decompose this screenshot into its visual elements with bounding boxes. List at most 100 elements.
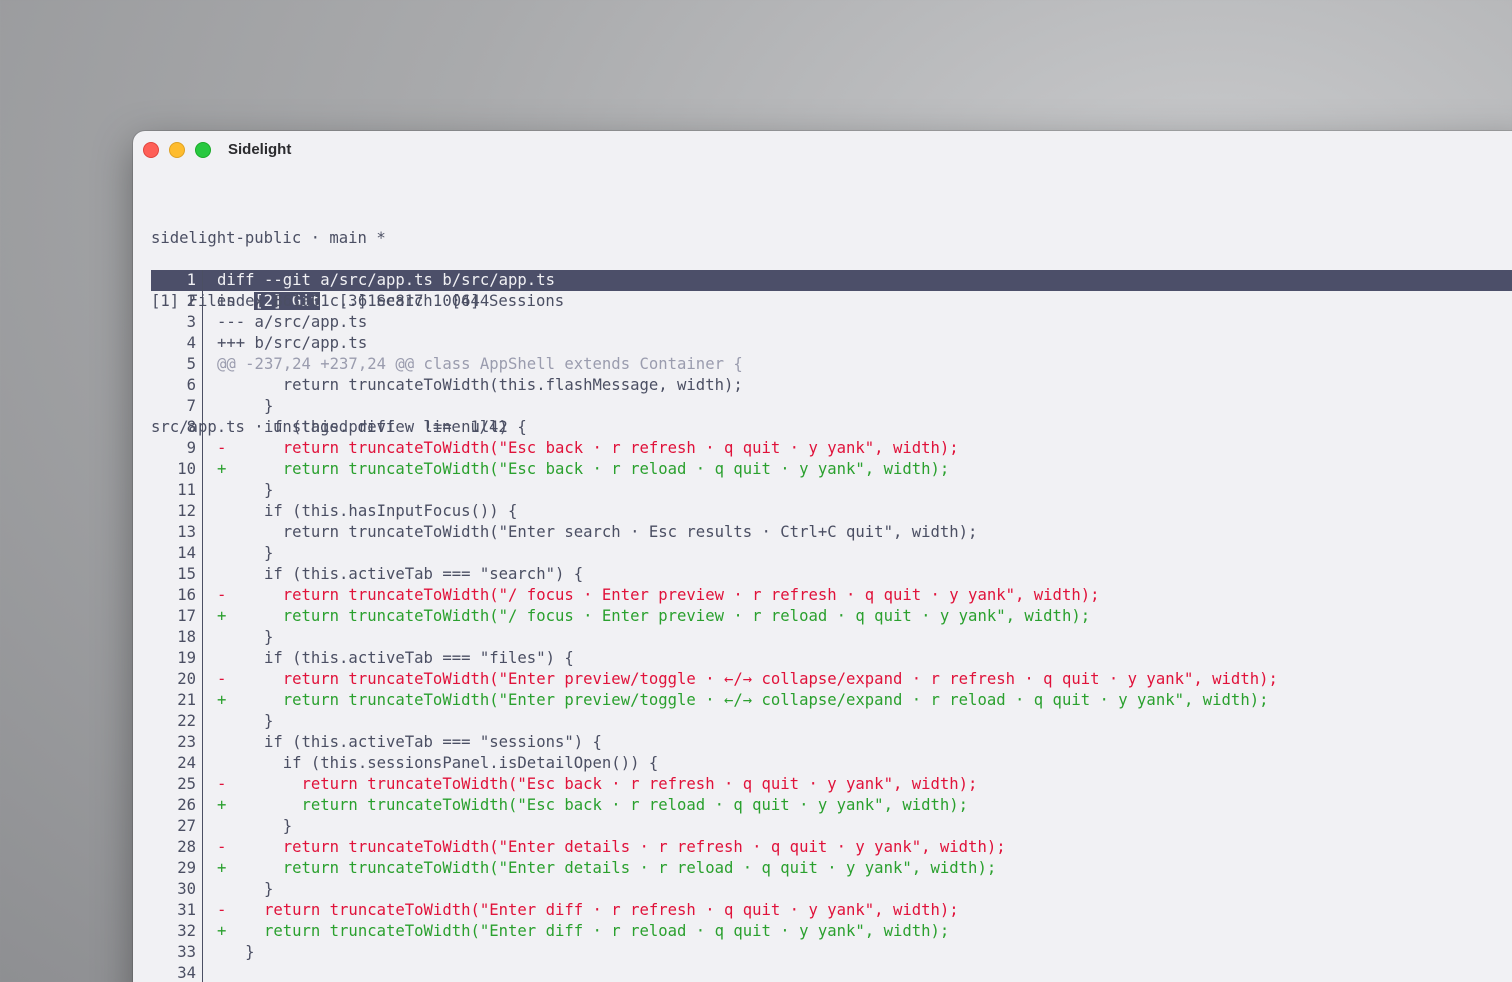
diff-line[interactable]: 30 } bbox=[151, 879, 1512, 900]
diff-line[interactable]: 25 - return truncateToWidth("Esc back · r… bbox=[151, 774, 1512, 795]
diff-line-text: @@ -237,24 +237,24 @@ class AppShell ext… bbox=[217, 355, 743, 373]
diff-line-text: + return truncateToWidth("Enter preview/… bbox=[217, 691, 1269, 709]
diff-line[interactable]: 18 } bbox=[151, 627, 1512, 648]
line-number: 1 bbox=[186, 271, 196, 289]
diff-line[interactable]: 15 if (this.activeTab === "search") { bbox=[151, 564, 1512, 585]
diff-line-text: + return truncateToWidth("/ focus · Ente… bbox=[217, 607, 1091, 625]
line-number: 3 bbox=[186, 313, 196, 331]
line-number: 24 bbox=[177, 754, 196, 772]
diff-line-text: } bbox=[217, 817, 293, 835]
line-number: 15 bbox=[177, 565, 196, 583]
diff-line-text: - return truncateToWidth("Esc back · r r… bbox=[217, 775, 978, 793]
diff-line[interactable]: 19 if (this.activeTab === "files") { bbox=[151, 648, 1512, 669]
diff-line[interactable]: 21 + return truncateToWidth("Enter previe… bbox=[151, 690, 1512, 711]
diff-line[interactable]: 5 @@ -237,24 +237,24 @@ class AppShell ex… bbox=[151, 354, 1512, 375]
diff-line[interactable]: 28 - return truncateToWidth("Enter detail… bbox=[151, 837, 1512, 858]
zoom-window-button[interactable] bbox=[195, 142, 211, 158]
line-number: 16 bbox=[177, 586, 196, 604]
diff-line[interactable]: 3 --- a/src/app.ts bbox=[151, 312, 1512, 333]
line-number: 9 bbox=[186, 439, 196, 457]
diff-line[interactable]: 16 - return truncateToWidth("/ focus · En… bbox=[151, 585, 1512, 606]
line-number: 13 bbox=[177, 523, 196, 541]
line-number: 19 bbox=[177, 649, 196, 667]
diff-line-text bbox=[203, 963, 1512, 982]
line-number: 21 bbox=[177, 691, 196, 709]
diff-line-text: --- a/src/app.ts bbox=[217, 313, 368, 331]
diff-line[interactable]: 12 if (this.hasInputFocus()) { bbox=[151, 501, 1512, 522]
diff-line-text: } bbox=[217, 712, 274, 730]
diff-line-text: if (this.hasInputFocus()) { bbox=[217, 502, 518, 520]
line-number: 7 bbox=[186, 397, 196, 415]
diff-line-text: - return truncateToWidth("Enter details … bbox=[217, 838, 1006, 856]
diff-line-text: - return truncateToWidth("Esc back · r r… bbox=[217, 439, 959, 457]
diff-view[interactable]: 1 diff --git a/src/app.ts b/src/app.ts 2 in… bbox=[151, 270, 1512, 982]
diff-line[interactable]: 23 if (this.activeTab === "sessions") { bbox=[151, 732, 1512, 753]
diff-line[interactable]: 4 +++ b/src/app.ts bbox=[151, 333, 1512, 354]
diff-line-text: if (this.preview !== null) { bbox=[217, 418, 527, 436]
diff-line[interactable]: 22 } bbox=[151, 711, 1512, 732]
diff-line-text: } bbox=[217, 481, 274, 499]
line-number: 31 bbox=[177, 901, 196, 919]
diff-line[interactable]: 10 + return truncateToWidth("Esc back · r… bbox=[151, 459, 1512, 480]
diff-line-text: + return truncateToWidth("Enter diff · r… bbox=[217, 922, 950, 940]
diff-line[interactable]: 27 } bbox=[151, 816, 1512, 837]
line-number: 30 bbox=[177, 880, 196, 898]
diff-line[interactable]: 26 + return truncateToWidth("Esc back · r… bbox=[151, 795, 1512, 816]
diff-line-text: - return truncateToWidth("Enter preview/… bbox=[217, 670, 1278, 688]
line-number: 10 bbox=[177, 460, 196, 478]
title-bar: Sidelight bbox=[133, 131, 1512, 169]
diff-line-text: +++ b/src/app.ts bbox=[217, 334, 368, 352]
line-number: 29 bbox=[177, 859, 196, 877]
diff-line-text: - return truncateToWidth("Enter diff · r… bbox=[217, 901, 959, 919]
diff-line[interactable]: 6 return truncateToWidth(this.flashMessa… bbox=[151, 375, 1512, 396]
diff-line[interactable]: 20 - return truncateToWidth("Enter previe… bbox=[151, 669, 1512, 690]
diff-line-text: + return truncateToWidth("Enter details … bbox=[217, 859, 997, 877]
diff-line[interactable]: 2 index 861a01c..61ec817 100644 bbox=[151, 291, 1512, 312]
line-number: 4 bbox=[186, 334, 196, 352]
window-title: Sidelight bbox=[228, 141, 292, 158]
line-number: 28 bbox=[177, 838, 196, 856]
line-number: 25 bbox=[177, 775, 196, 793]
diff-line[interactable]: 24 if (this.sessionsPanel.isDetailOpen()… bbox=[151, 753, 1512, 774]
diff-line-text: + return truncateToWidth("Esc back · r r… bbox=[217, 796, 969, 814]
diff-line-text: } bbox=[217, 628, 274, 646]
line-number: 2 bbox=[186, 292, 196, 310]
diff-line-text: if (this.activeTab === "sessions") { bbox=[217, 733, 602, 751]
diff-line-text: index 861a01c..61ec817 100644 bbox=[217, 292, 490, 310]
line-number: 33 bbox=[177, 943, 196, 961]
diff-line-text: if (this.activeTab === "search") { bbox=[217, 565, 584, 583]
diff-line[interactable]: 13 return truncateToWidth("Enter search … bbox=[151, 522, 1512, 543]
diff-line[interactable]: 9 - return truncateToWidth("Esc back · r … bbox=[151, 438, 1512, 459]
line-number: 34 bbox=[177, 964, 196, 982]
diff-line[interactable]: 31 - return truncateToWidth("Enter diff ·… bbox=[151, 900, 1512, 921]
diff-line-text: if (this.activeTab === "files") { bbox=[217, 649, 574, 667]
diff-line-text: + return truncateToWidth("Esc back · r r… bbox=[217, 460, 950, 478]
diff-line[interactable]: 32 + return truncateToWidth("Enter diff ·… bbox=[151, 921, 1512, 942]
line-number: 20 bbox=[177, 670, 196, 688]
line-number: 27 bbox=[177, 817, 196, 835]
minimize-window-button[interactable] bbox=[169, 142, 185, 158]
diff-line[interactable]: 29 + return truncateToWidth("Enter detail… bbox=[151, 858, 1512, 879]
diff-line[interactable]: 11 } bbox=[151, 480, 1512, 501]
diff-line-text: } bbox=[217, 397, 274, 415]
close-window-button[interactable] bbox=[143, 142, 159, 158]
diff-line-text: } bbox=[217, 943, 255, 961]
diff-line-text: return truncateToWidth(this.flashMessage… bbox=[217, 376, 743, 394]
diff-line[interactable]: 34 bbox=[151, 963, 1512, 982]
diff-line-text: } bbox=[217, 544, 274, 562]
line-number: 18 bbox=[177, 628, 196, 646]
diff-line[interactable]: 17 + return truncateToWidth("/ focus · En… bbox=[151, 606, 1512, 627]
diff-line[interactable]: 33 } bbox=[151, 942, 1512, 963]
diff-line[interactable]: 7 } bbox=[151, 396, 1512, 417]
line-number: 23 bbox=[177, 733, 196, 751]
line-number: 11 bbox=[177, 481, 196, 499]
diff-line-selected[interactable]: 1 diff --git a/src/app.ts b/src/app.ts bbox=[151, 270, 1512, 291]
diff-line[interactable]: 14 } bbox=[151, 543, 1512, 564]
diff-line-text: } bbox=[217, 880, 274, 898]
diff-line-text: - return truncateToWidth("/ focus · Ente… bbox=[217, 586, 1100, 604]
line-number: 22 bbox=[177, 712, 196, 730]
line-number: 26 bbox=[177, 796, 196, 814]
line-number: 12 bbox=[177, 502, 196, 520]
diff-line[interactable]: 8 if (this.preview !== null) { bbox=[151, 417, 1512, 438]
line-number: 32 bbox=[177, 922, 196, 940]
